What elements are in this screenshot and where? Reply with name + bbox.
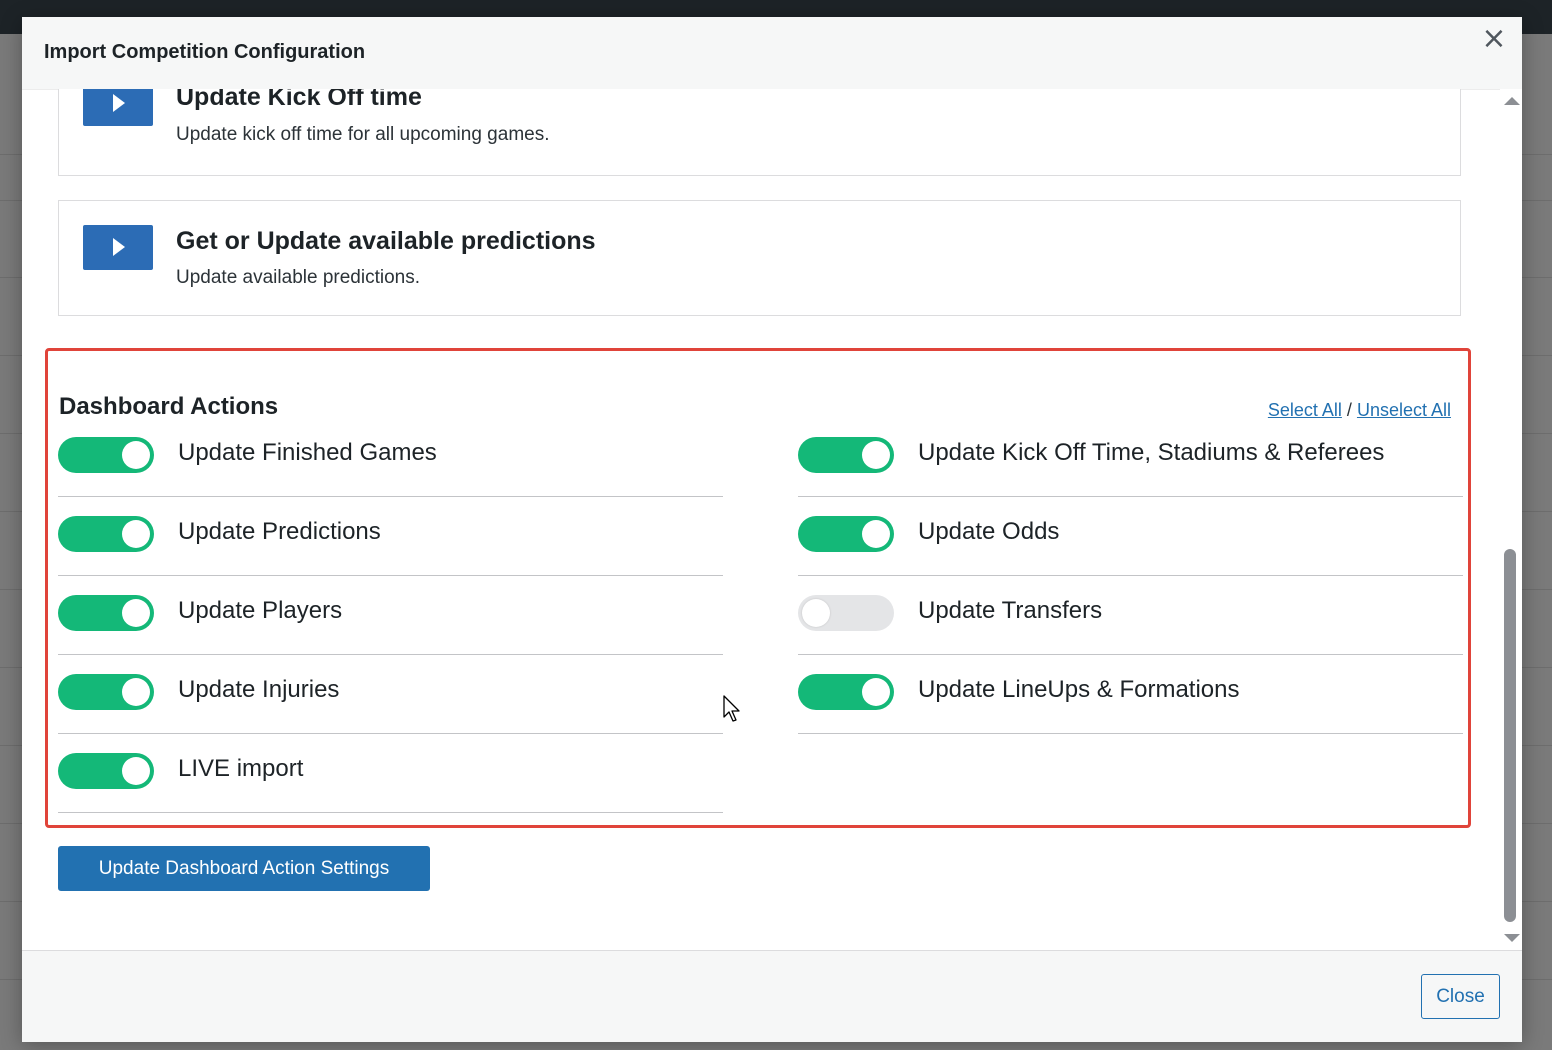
action-card-kick-off: Update Kick Off time Update kick off tim… <box>58 89 1461 176</box>
toggle-knob <box>122 678 150 706</box>
toggle-knob <box>122 599 150 627</box>
modal-header: Import Competition Configuration × <box>22 17 1522 90</box>
toggle-switch[interactable] <box>58 516 154 552</box>
toggle-knob <box>862 441 890 469</box>
toggle-label: Update Kick Off Time, Stadiums & Referee… <box>918 439 1385 466</box>
run-predictions-button[interactable] <box>83 225 153 270</box>
action-description: Update kick off time for all upcoming ga… <box>176 124 550 145</box>
toggle-knob <box>122 441 150 469</box>
toggle-label: Update Finished Games <box>178 439 437 466</box>
toggle-knob <box>862 678 890 706</box>
toggle-row-live-import: LIVE import <box>58 734 723 813</box>
action-card-predictions: Get or Update available predictions Upda… <box>58 200 1461 316</box>
unselect-all-link[interactable]: Unselect All <box>1357 400 1451 420</box>
toggle-label: LIVE import <box>178 755 304 782</box>
toggle-label: Update Players <box>178 597 343 624</box>
toggle-row-players: Update Players <box>58 576 723 655</box>
play-icon <box>113 238 125 256</box>
close-icon[interactable]: × <box>1480 24 1508 54</box>
toggle-label: Update Predictions <box>178 518 381 545</box>
toggle-row-finished-games: Update Finished Games <box>58 418 723 497</box>
mouse-cursor-icon <box>723 695 740 722</box>
toggle-switch[interactable] <box>798 595 894 631</box>
select-all-link[interactable]: Select All <box>1268 400 1342 420</box>
toggle-switch[interactable] <box>58 595 154 631</box>
section-title: Dashboard Actions <box>59 393 279 420</box>
close-button[interactable]: Close <box>1421 974 1500 1019</box>
toggle-switch[interactable] <box>798 516 894 552</box>
toggle-switch[interactable] <box>58 753 154 789</box>
scrollbar[interactable] <box>1500 89 1522 950</box>
toggle-row-transfers: Update Transfers <box>798 576 1463 655</box>
toggle-switch[interactable] <box>58 674 154 710</box>
toggle-label: Update Transfers <box>918 597 1103 624</box>
toggle-row-lineups-formations: Update LineUps & Formations <box>798 655 1463 734</box>
action-title: Update Kick Off time <box>176 89 422 111</box>
toggle-row-injuries: Update Injuries <box>58 655 723 734</box>
toggle-label: Update Odds <box>918 518 1060 545</box>
scroll-down-arrow-icon[interactable] <box>1504 934 1520 942</box>
run-kick-off-button[interactable] <box>83 89 153 126</box>
modal-footer: Close <box>22 950 1522 1042</box>
toggle-row-kick-off-stadiums-referees: Update Kick Off Time, Stadiums & Referee… <box>798 418 1463 497</box>
play-icon <box>113 94 125 112</box>
scrollbar-thumb[interactable] <box>1504 549 1516 922</box>
toggle-knob <box>802 599 830 627</box>
toggle-label: Update LineUps & Formations <box>918 676 1240 703</box>
toggle-switch[interactable] <box>798 437 894 473</box>
toggle-switch[interactable] <box>58 437 154 473</box>
toggle-knob <box>122 757 150 785</box>
modal-title: Import Competition Configuration <box>44 41 366 63</box>
toggle-row-predictions: Update Predictions <box>58 497 723 576</box>
toggle-knob <box>122 520 150 548</box>
action-description: Update available predictions. <box>176 267 420 288</box>
action-title: Get or Update available predictions <box>176 227 596 255</box>
toggle-switch[interactable] <box>798 674 894 710</box>
dashboard-actions-section: Dashboard Actions Select All / Unselect … <box>45 348 1471 828</box>
link-separator: / <box>1346 400 1352 420</box>
scroll-up-arrow-icon[interactable] <box>1504 97 1520 105</box>
update-dashboard-settings-button[interactable]: Update Dashboard Action Settings <box>58 846 430 891</box>
import-config-modal: Import Competition Configuration × Updat… <box>22 17 1522 1042</box>
toggle-knob <box>862 520 890 548</box>
toggle-row-odds: Update Odds <box>798 497 1463 576</box>
modal-content: Update Kick Off time Update kick off tim… <box>22 89 1522 950</box>
toggle-label: Update Injuries <box>178 676 340 703</box>
